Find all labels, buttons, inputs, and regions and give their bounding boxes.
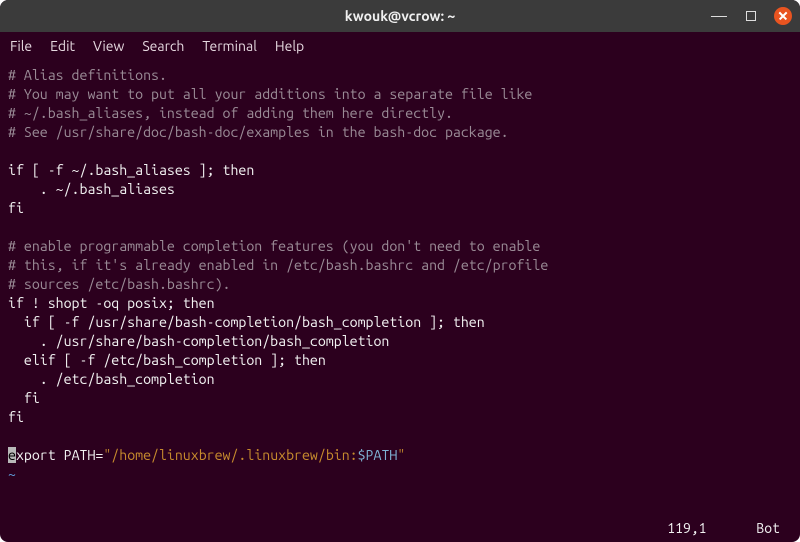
code-line: # sources /etc/bash.bashrc).	[8, 276, 230, 292]
code-line: # enable programmable completion feature…	[8, 238, 540, 254]
code-line: fi	[8, 200, 24, 216]
menu-help[interactable]: Help	[275, 38, 304, 54]
code-line: fi	[8, 409, 24, 425]
code-line: fi	[8, 390, 40, 406]
minimize-button[interactable]: —	[710, 7, 728, 25]
code-line: . ~/.bash_aliases	[8, 181, 175, 197]
menubar: File Edit View Search Terminal Help	[0, 32, 800, 60]
code-line: # You may want to put all your additions…	[8, 86, 532, 102]
window-controls: —	[710, 7, 792, 25]
menu-view[interactable]: View	[93, 38, 124, 54]
export-line: export PATH="/home/linuxbrew/.linuxbrew/…	[8, 447, 405, 463]
window-title: kwouk@vcrow: ~	[345, 8, 456, 24]
menu-file[interactable]: File	[10, 38, 32, 54]
statusbar: 119,1 Bot	[667, 519, 780, 538]
scroll-indicator: Bot	[756, 519, 780, 538]
code-line: if [ -f /usr/share/bash-completion/bash_…	[8, 314, 485, 330]
menu-edit[interactable]: Edit	[50, 38, 75, 54]
cursor: e	[8, 447, 16, 463]
code-line: elif [ -f /etc/bash_completion ]; then	[8, 352, 326, 368]
code-line: . /usr/share/bash-completion/bash_comple…	[8, 333, 389, 349]
code-line: if [ -f ~/.bash_aliases ]; then	[8, 162, 254, 178]
tilde-line: ~	[8, 466, 16, 482]
terminal-content[interactable]: # Alias definitions. # You may want to p…	[0, 60, 800, 542]
terminal-window: kwouk@vcrow: ~ — File Edit View Search T…	[0, 0, 800, 542]
code-line: # this, if it's already enabled in /etc/…	[8, 257, 548, 273]
menu-terminal[interactable]: Terminal	[202, 38, 257, 54]
menu-search[interactable]: Search	[142, 38, 184, 54]
code-line: # See /usr/share/doc/bash-doc/examples i…	[8, 124, 509, 140]
code-line: # Alias definitions.	[8, 67, 167, 83]
cursor-position: 119,1	[667, 519, 706, 538]
close-button[interactable]	[774, 7, 792, 25]
code-line: # ~/.bash_aliases, instead of adding the…	[8, 105, 453, 121]
code-line: if ! shopt -oq posix; then	[8, 295, 215, 311]
titlebar[interactable]: kwouk@vcrow: ~ —	[0, 0, 800, 32]
code-line: . /etc/bash_completion	[8, 371, 215, 387]
maximize-button[interactable]	[742, 7, 760, 25]
